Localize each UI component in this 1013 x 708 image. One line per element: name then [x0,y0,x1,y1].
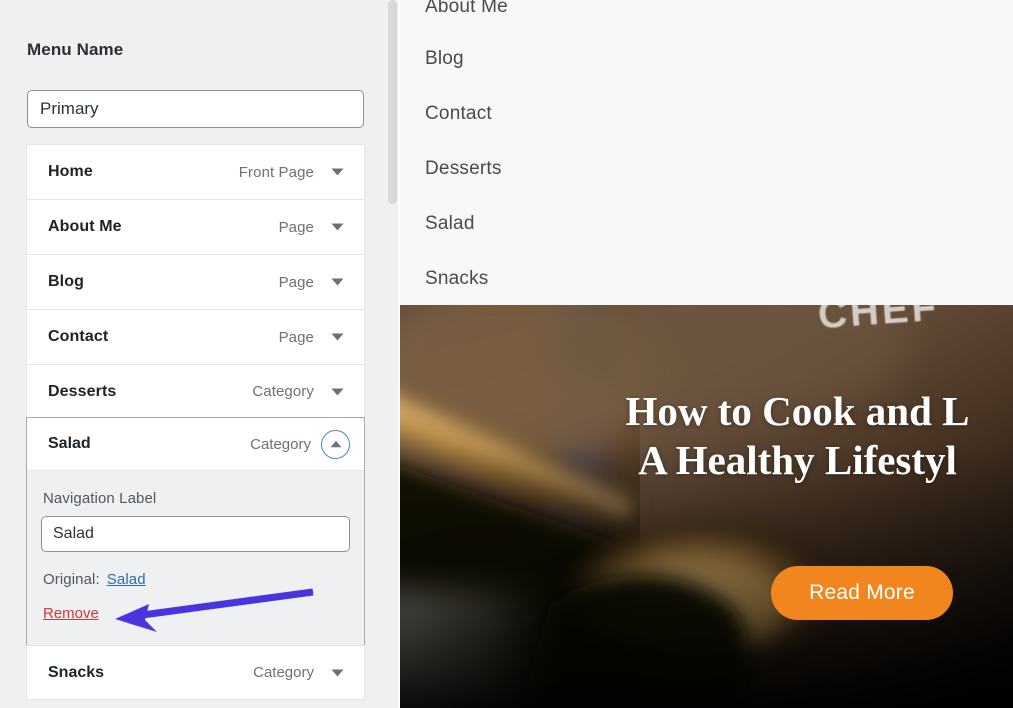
menu-item-row-home[interactable]: Home Front Page [26,144,365,199]
chevron-up-icon[interactable] [321,429,350,459]
hero-background-image [400,305,1013,708]
menu-item-settings: Navigation Label Original: Salad Remove [27,471,364,645]
menu-item-title: Contact [48,328,109,345]
navigation-label-input[interactable] [41,516,350,552]
menu-item-type: Category [253,664,314,681]
preview-nav-item-contact[interactable]: Contact [425,103,492,125]
customizer-screen: Menu Name Home Front Page About Me Page [0,0,1013,708]
menu-name-input[interactable] [27,90,364,128]
hero-headline: How to Cook and L A Healthy Lifestyl [400,387,1013,485]
menu-item-title: Blog [48,273,84,290]
menu-item-row-desserts[interactable]: Desserts Category [26,364,365,419]
menu-item-type: Front Page [238,163,314,181]
original-caption: Original: [43,571,100,588]
menu-item-list: Home Front Page About Me Page Blog Page [26,144,365,419]
preview-nav-item-snacks[interactable]: Snacks [425,268,489,290]
menu-item-title: Desserts [48,382,117,400]
menu-item-row-snacks[interactable]: Snacks Category [26,645,365,700]
read-more-button[interactable]: Read More [771,566,953,620]
chevron-down-icon[interactable] [328,383,346,401]
menu-item-type: Category [252,383,314,400]
vertical-scrollbar[interactable] [388,0,397,204]
menu-item-expanded-salad: Salad Category Navigation Label Original… [26,417,365,646]
chevron-down-icon[interactable] [328,273,346,291]
menu-item-title: Snacks [48,663,105,681]
menu-item-row-blog[interactable]: Blog Page [26,254,365,309]
chevron-down-icon[interactable] [328,664,346,682]
chevron-down-icon[interactable] [328,218,346,236]
menu-item-row-contact[interactable]: Contact Page [26,309,365,364]
site-preview: About Me Blog Contact Desserts Salad Sna… [400,0,1013,708]
menu-item-title: About Me [48,218,122,235]
menu-item-type: Category [250,435,311,453]
chevron-down-icon[interactable] [328,163,346,181]
chevron-down-icon[interactable] [328,328,346,346]
menu-item-row-about-me[interactable]: About Me Page [26,199,365,254]
preview-nav-item-salad[interactable]: Salad [425,213,475,235]
menu-item-title: Salad [48,435,91,452]
hero-banner: CHEF How to Cook and L A Healthy Lifesty… [400,305,1013,708]
menu-item-type: Page [278,273,314,291]
hero-headline-line-1: How to Cook and L [625,388,970,434]
preview-nav-menu: About Me Blog Contact Desserts Salad Sna… [400,0,1013,305]
remove-row: Remove [43,605,348,623]
original-row: Original: Salad [43,571,348,588]
preview-nav-item-about-me[interactable]: About Me [425,0,508,18]
chef-word: CHEF [816,305,941,335]
customizer-panel: Menu Name Home Front Page About Me Page [0,0,400,708]
menu-item-title: Home [48,163,93,180]
original-link[interactable]: Salad [107,571,146,588]
chef-sign-text-clipped: CHEF [400,305,1013,335]
menu-item-type: Page [278,328,314,346]
remove-link[interactable]: Remove [43,605,99,622]
preview-nav-item-desserts[interactable]: Desserts [425,158,502,180]
navigation-label-caption: Navigation Label [43,490,157,507]
menu-item-type: Page [278,218,314,236]
preview-nav-item-blog[interactable]: Blog [425,48,464,70]
menu-name-label: Menu Name [27,40,124,59]
menu-item-row-salad[interactable]: Salad Category [27,418,364,471]
hero-headline-line-2: A Healthy Lifestyl [638,437,957,483]
customizer-scroll-content: Menu Name Home Front Page About Me Page [0,0,390,708]
